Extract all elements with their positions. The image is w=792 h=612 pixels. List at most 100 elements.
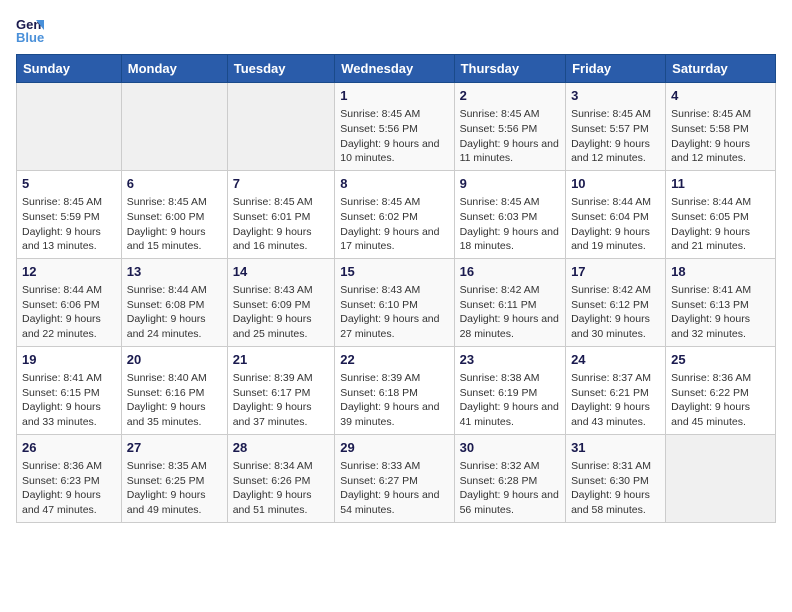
- day-cell: 1 Sunrise: 8:45 AM Sunset: 5:56 PM Daylig…: [335, 83, 454, 171]
- day-cell: 5Sunrise: 8:45 AM Sunset: 5:59 PM Daylig…: [17, 170, 122, 258]
- day-cell: 7 Sunrise: 8:45 AM Sunset: 6:01 PM Daylig…: [227, 170, 335, 258]
- day-info: Sunrise: 8:39 AM Sunset: 6:17 PM Dayligh…: [233, 371, 330, 430]
- logo-icon: General Blue: [16, 16, 44, 44]
- day-cell: [666, 434, 776, 522]
- header-cell-monday: Monday: [121, 55, 227, 83]
- day-info: Sunrise: 8:42 AM Sunset: 6:11 PM Dayligh…: [460, 283, 560, 342]
- day-cell: 24 Sunrise: 8:37 AM Sunset: 6:21 PM Dayli…: [566, 346, 666, 434]
- day-number: 10: [571, 175, 660, 193]
- week-row-5: 26 Sunrise: 8:36 AM Sunset: 6:23 PM Dayli…: [17, 434, 776, 522]
- day-cell: 31 Sunrise: 8:31 AM Sunset: 6:30 PM Dayli…: [566, 434, 666, 522]
- day-cell: 28 Sunrise: 8:34 AM Sunset: 6:26 PM Dayli…: [227, 434, 335, 522]
- day-number: 12: [22, 263, 116, 281]
- day-info: Sunrise: 8:41 AM Sunset: 6:13 PM Dayligh…: [671, 283, 770, 342]
- day-info: Sunrise: 8:45 AM Sunset: 6:01 PM Dayligh…: [233, 195, 330, 254]
- day-cell: 12 Sunrise: 8:44 AM Sunset: 6:06 PM Dayli…: [17, 258, 122, 346]
- day-number: 8: [340, 175, 448, 193]
- day-number: 30: [460, 439, 560, 457]
- day-cell: 15 Sunrise: 8:43 AM Sunset: 6:10 PM Dayli…: [335, 258, 454, 346]
- day-cell: 20 Sunrise: 8:40 AM Sunset: 6:16 PM Dayli…: [121, 346, 227, 434]
- day-number: 23: [460, 351, 560, 369]
- day-cell: 16Sunrise: 8:42 AM Sunset: 6:11 PM Dayli…: [454, 258, 565, 346]
- day-info: Sunrise: 8:37 AM Sunset: 6:21 PM Dayligh…: [571, 371, 660, 430]
- logo: General Blue: [16, 16, 48, 44]
- day-info: Sunrise: 8:43 AM Sunset: 6:09 PM Dayligh…: [233, 283, 330, 342]
- day-info: Sunrise: 8:34 AM Sunset: 6:26 PM Dayligh…: [233, 459, 330, 518]
- day-number: 7: [233, 175, 330, 193]
- day-number: 3: [571, 87, 660, 105]
- day-cell: 6 Sunrise: 8:45 AM Sunset: 6:00 PM Daylig…: [121, 170, 227, 258]
- day-cell: 11Sunrise: 8:44 AM Sunset: 6:05 PM Dayli…: [666, 170, 776, 258]
- day-info: Sunrise: 8:45 AM Sunset: 5:56 PM Dayligh…: [340, 107, 448, 166]
- day-cell: 22Sunrise: 8:39 AM Sunset: 6:18 PM Dayli…: [335, 346, 454, 434]
- header-cell-thursday: Thursday: [454, 55, 565, 83]
- day-number: 9: [460, 175, 560, 193]
- header: General Blue: [16, 16, 776, 44]
- day-cell: [121, 83, 227, 171]
- day-number: 27: [127, 439, 222, 457]
- calendar-table: SundayMondayTuesdayWednesdayThursdayFrid…: [16, 54, 776, 523]
- day-info: Sunrise: 8:36 AM Sunset: 6:23 PM Dayligh…: [22, 459, 116, 518]
- day-cell: 3 Sunrise: 8:45 AM Sunset: 5:57 PM Daylig…: [566, 83, 666, 171]
- day-number: 11: [671, 175, 770, 193]
- day-number: 31: [571, 439, 660, 457]
- day-info: Sunrise: 8:33 AM Sunset: 6:27 PM Dayligh…: [340, 459, 448, 518]
- day-info: Sunrise: 8:31 AM Sunset: 6:30 PM Dayligh…: [571, 459, 660, 518]
- day-info: Sunrise: 8:40 AM Sunset: 6:16 PM Dayligh…: [127, 371, 222, 430]
- day-cell: 19Sunrise: 8:41 AM Sunset: 6:15 PM Dayli…: [17, 346, 122, 434]
- day-cell: 30 Sunrise: 8:32 AM Sunset: 6:28 PM Dayli…: [454, 434, 565, 522]
- week-row-4: 19Sunrise: 8:41 AM Sunset: 6:15 PM Dayli…: [17, 346, 776, 434]
- day-number: 17: [571, 263, 660, 281]
- day-info: Sunrise: 8:44 AM Sunset: 6:08 PM Dayligh…: [127, 283, 222, 342]
- day-info: Sunrise: 8:45 AM Sunset: 5:56 PM Dayligh…: [460, 107, 560, 166]
- day-number: 15: [340, 263, 448, 281]
- header-cell-saturday: Saturday: [666, 55, 776, 83]
- day-number: 1: [340, 87, 448, 105]
- header-cell-tuesday: Tuesday: [227, 55, 335, 83]
- day-info: Sunrise: 8:32 AM Sunset: 6:28 PM Dayligh…: [460, 459, 560, 518]
- day-cell: 4 Sunrise: 8:45 AM Sunset: 5:58 PM Daylig…: [666, 83, 776, 171]
- header-row: SundayMondayTuesdayWednesdayThursdayFrid…: [17, 55, 776, 83]
- day-cell: 14 Sunrise: 8:43 AM Sunset: 6:09 PM Dayli…: [227, 258, 335, 346]
- day-cell: 23 Sunrise: 8:38 AM Sunset: 6:19 PM Dayli…: [454, 346, 565, 434]
- day-cell: 27 Sunrise: 8:35 AM Sunset: 6:25 PM Dayli…: [121, 434, 227, 522]
- day-number: 2: [460, 87, 560, 105]
- day-cell: [227, 83, 335, 171]
- day-number: 13: [127, 263, 222, 281]
- day-cell: 13 Sunrise: 8:44 AM Sunset: 6:08 PM Dayli…: [121, 258, 227, 346]
- day-number: 21: [233, 351, 330, 369]
- day-cell: 18 Sunrise: 8:41 AM Sunset: 6:13 PM Dayli…: [666, 258, 776, 346]
- header-cell-sunday: Sunday: [17, 55, 122, 83]
- day-info: Sunrise: 8:45 AM Sunset: 5:57 PM Dayligh…: [571, 107, 660, 166]
- day-number: 26: [22, 439, 116, 457]
- week-row-1: 1 Sunrise: 8:45 AM Sunset: 5:56 PM Daylig…: [17, 83, 776, 171]
- day-number: 28: [233, 439, 330, 457]
- day-number: 29: [340, 439, 448, 457]
- day-number: 14: [233, 263, 330, 281]
- header-cell-friday: Friday: [566, 55, 666, 83]
- day-info: Sunrise: 8:41 AM Sunset: 6:15 PM Dayligh…: [22, 371, 116, 430]
- day-info: Sunrise: 8:39 AM Sunset: 6:18 PM Dayligh…: [340, 371, 448, 430]
- day-cell: 17 Sunrise: 8:42 AM Sunset: 6:12 PM Dayli…: [566, 258, 666, 346]
- day-info: Sunrise: 8:45 AM Sunset: 5:58 PM Dayligh…: [671, 107, 770, 166]
- day-cell: 10 Sunrise: 8:44 AM Sunset: 6:04 PM Dayli…: [566, 170, 666, 258]
- day-info: Sunrise: 8:45 AM Sunset: 6:00 PM Dayligh…: [127, 195, 222, 254]
- day-info: Sunrise: 8:35 AM Sunset: 6:25 PM Dayligh…: [127, 459, 222, 518]
- week-row-2: 5Sunrise: 8:45 AM Sunset: 5:59 PM Daylig…: [17, 170, 776, 258]
- day-cell: 2 Sunrise: 8:45 AM Sunset: 5:56 PM Daylig…: [454, 83, 565, 171]
- day-number: 4: [671, 87, 770, 105]
- day-cell: 25Sunrise: 8:36 AM Sunset: 6:22 PM Dayli…: [666, 346, 776, 434]
- week-row-3: 12 Sunrise: 8:44 AM Sunset: 6:06 PM Dayli…: [17, 258, 776, 346]
- day-number: 6: [127, 175, 222, 193]
- day-info: Sunrise: 8:44 AM Sunset: 6:04 PM Dayligh…: [571, 195, 660, 254]
- day-cell: [17, 83, 122, 171]
- day-number: 20: [127, 351, 222, 369]
- day-info: Sunrise: 8:43 AM Sunset: 6:10 PM Dayligh…: [340, 283, 448, 342]
- day-info: Sunrise: 8:42 AM Sunset: 6:12 PM Dayligh…: [571, 283, 660, 342]
- svg-text:Blue: Blue: [16, 30, 44, 44]
- day-number: 24: [571, 351, 660, 369]
- day-info: Sunrise: 8:45 AM Sunset: 6:03 PM Dayligh…: [460, 195, 560, 254]
- day-info: Sunrise: 8:44 AM Sunset: 6:06 PM Dayligh…: [22, 283, 116, 342]
- day-number: 18: [671, 263, 770, 281]
- day-info: Sunrise: 8:38 AM Sunset: 6:19 PM Dayligh…: [460, 371, 560, 430]
